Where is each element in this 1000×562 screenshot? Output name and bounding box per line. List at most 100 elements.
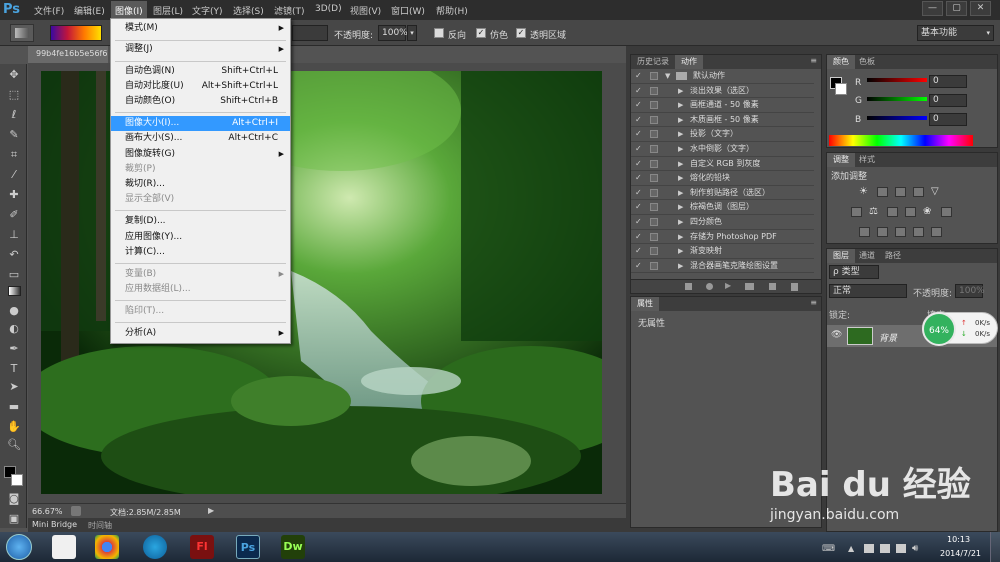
list-item[interactable]: ✓ ▶ 画框通道 - 50 像素 [631,98,814,113]
tab-actions[interactable]: 动作 [675,55,703,69]
menu-item-crop[interactable]: 裁剪(P) [111,162,290,177]
menu-select[interactable]: 选择(S) [233,4,264,17]
chevron-right-icon[interactable]: ▶ [678,113,683,127]
menu-item-image-rotation[interactable]: 图像旋转(G) ▶ [111,147,290,162]
healing-brush-tool-icon[interactable]: ✚ [6,188,22,202]
path-select-tool-icon[interactable]: ➤ [6,380,22,394]
close-button[interactable]: ✕ [970,1,991,16]
invert-icon[interactable] [859,227,870,237]
menu-item-image-size[interactable]: 图像大小(I)... Alt+Ctrl+I [111,116,290,131]
dodge-tool-icon[interactable]: ◐ [6,322,22,336]
menu-item-apply-image[interactable]: 应用图像(Y)... [111,230,290,245]
dither-checkbox[interactable]: ✓ [476,28,486,38]
menu-file[interactable]: 文件(F) [34,4,64,17]
eyedropper-tool-icon[interactable]: ⁄ [6,168,22,182]
start-button[interactable] [6,534,32,560]
dialog-toggle-box[interactable] [650,261,658,270]
green-value-input[interactable]: 0 [929,94,967,107]
list-item[interactable]: ✓ ▶ 自定义 RGB 到灰度 [631,157,814,172]
tab-swatches[interactable]: 色板 [853,55,881,69]
chrome-icon[interactable] [95,535,119,559]
play-icon[interactable]: ▶ [725,281,731,290]
vibrance-icon[interactable]: ▽ [931,187,942,197]
tab-history[interactable]: 历史记录 [631,55,675,69]
status-menu-arrow-icon[interactable]: ▶ [208,506,214,515]
menu-3d[interactable]: 3D(D) [315,4,342,14]
visibility-eye-icon[interactable]: 👁︎ [831,330,842,340]
status-info-icon[interactable] [71,506,81,516]
blur-tool-icon[interactable]: ● [6,304,22,318]
gradient-tool-icon[interactable] [8,286,21,296]
menu-item-apply-data-set[interactable]: 应用数据组(L)... [111,282,290,297]
checkmark-icon[interactable]: ✓ [635,86,643,95]
tab-paths[interactable]: 路径 [879,249,907,263]
menu-item-variables[interactable]: 变量(B) ▶ [111,267,290,282]
keyboard-icon[interactable]: ⌨ [822,544,835,554]
trash-icon[interactable] [791,283,798,291]
menu-item-calculations[interactable]: 计算(C)... [111,245,290,260]
network-tray-icon[interactable] [880,544,890,553]
dialog-toggle-box[interactable] [650,72,658,80]
dialog-toggle-box[interactable] [650,218,658,226]
dialog-toggle-box[interactable] [650,130,658,139]
photo-filter-icon[interactable] [905,207,916,217]
brush-tool-icon[interactable]: ✐ [6,208,22,222]
brightness-contrast-icon[interactable]: ☀ [859,187,870,197]
chevron-right-icon[interactable]: ▶ [678,142,683,156]
minimize-button[interactable]: — [922,1,943,16]
network-speed-widget[interactable]: 64% ↑ 0K/s ↓ 0K/s [922,312,998,346]
list-item[interactable]: ✓ ▶ 水中倒影（文字） [631,142,814,157]
flash-icon[interactable]: Fl [190,535,214,559]
document-tab[interactable]: 99b4fe16b5e56f6 [28,46,108,63]
layer-filter-select[interactable]: ρ 类型 [829,265,879,279]
zoom-tool-icon[interactable]: 🔍︎ [6,438,22,452]
list-item[interactable]: ✓ ▶ 投影（文字） [631,127,814,142]
menu-item-analysis[interactable]: 分析(A) ▶ [111,326,290,341]
dialog-toggle-box[interactable] [650,159,658,168]
tab-timeline[interactable]: 时间轴 [88,520,112,531]
chevron-down-icon[interactable]: ▼ [665,69,670,83]
mode-select[interactable] [292,25,328,41]
menu-type[interactable]: 文字(Y) [192,4,223,17]
volume-icon[interactable]: 🔊︎ [912,543,918,554]
list-item[interactable]: ✓ ▶ 熔化的铅块 [631,171,814,186]
action-group-row[interactable]: ✓ ▼ 默认动作 [631,69,814,84]
layer-opacity-input[interactable]: 100% [955,284,985,298]
dialog-toggle-box[interactable] [650,203,658,212]
tab-styles[interactable]: 样式 [853,153,881,167]
video-player-icon[interactable] [143,535,167,559]
screen-mode-icon[interactable]: ▣ [6,512,22,526]
type-tool-icon[interactable]: T [6,362,22,376]
tab-layers[interactable]: 图层 [827,249,855,263]
menu-item-auto-contrast[interactable]: 自动对比度(U) Alt+Shift+Ctrl+L [111,79,290,94]
show-desktop-button[interactable] [990,532,1000,562]
tray-expand-icon[interactable]: ▲ [848,544,854,553]
clock-date[interactable]: 2014/7/21 [940,549,981,558]
eraser-tool-icon[interactable]: ▭ [6,268,22,282]
new-action-icon[interactable] [769,283,776,290]
history-brush-tool-icon[interactable]: ↶ [6,248,22,262]
workspace-select[interactable]: 基本功能 ▾ [917,25,994,41]
channel-mixer-icon[interactable]: ❀ [923,207,934,217]
menu-item-auto-tone[interactable]: 自动色调(N) Shift+Ctrl+L [111,64,290,79]
chevron-right-icon[interactable]: ▶ [678,200,683,214]
menu-window[interactable]: 窗口(W) [391,4,425,17]
stop-icon[interactable] [685,283,692,290]
menu-help[interactable]: 帮助(H) [436,4,468,17]
panel-menu-icon[interactable]: ≡ [810,56,817,65]
checkmark-icon[interactable]: ✓ [635,247,643,255]
tab-properties[interactable]: 属性 [631,297,659,311]
opacity-dropdown-icon[interactable]: ▾ [407,25,417,41]
color-lookup-icon[interactable] [941,207,952,217]
dialog-toggle-box[interactable] [650,188,658,197]
list-item[interactable]: ✓ ▶ 存储为 Photoshop PDF [631,230,814,245]
dialog-toggle-box[interactable] [650,174,658,183]
red-slider[interactable] [867,78,927,82]
security-tray-icon[interactable] [896,544,906,553]
chevron-right-icon[interactable]: ▶ [678,127,683,141]
lasso-tool-icon[interactable]: ℓ [6,108,22,122]
menu-item-adjustments[interactable]: 调整(J) ▶ [111,42,290,57]
tab-adjustments[interactable]: 调整 [827,153,855,167]
dialog-toggle-box[interactable] [650,247,658,256]
record-icon[interactable] [706,283,713,290]
